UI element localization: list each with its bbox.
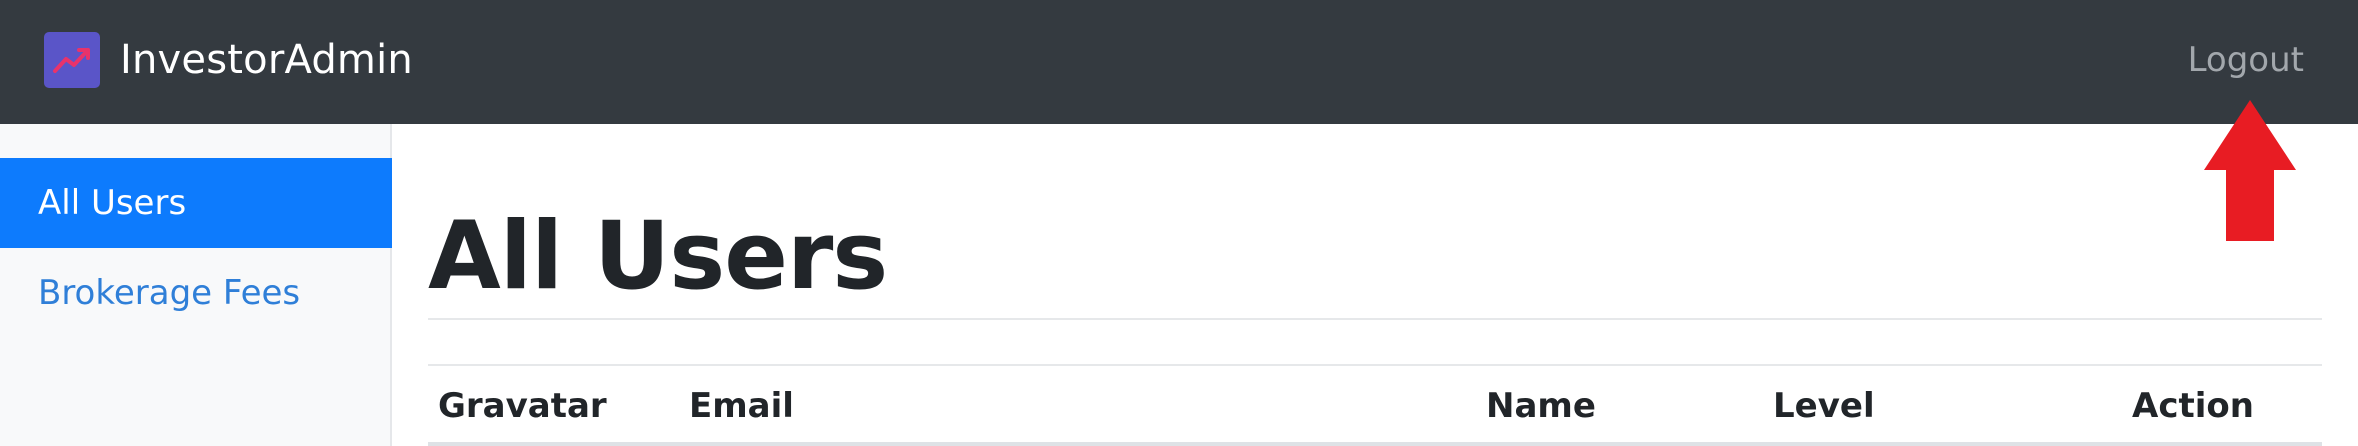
main-content: All Users Gravatar Email Name Level Acti… [392,124,2358,446]
column-header-name[interactable]: Name [1486,386,1596,426]
brand-name: InvestorAdmin [120,37,413,83]
page-title: All Users [428,202,888,311]
sidebar-item-label: Brokerage Fees [38,273,301,313]
sidebar: All Users Brokerage Fees [0,124,392,446]
column-header-email[interactable]: Email [689,386,794,426]
column-header-gravatar[interactable]: Gravatar [438,386,607,426]
table-header-border [428,442,2322,446]
column-header-level[interactable]: Level [1773,386,1875,426]
trending-up-chart-icon [44,32,100,88]
column-header-action[interactable]: Action [2132,386,2254,426]
red-up-arrow-icon [2200,98,2300,244]
brand[interactable]: InvestorAdmin [44,32,413,88]
table-top-border [428,364,2322,366]
sidebar-item-brokerage-fees[interactable]: Brokerage Fees [0,248,392,338]
logout-link[interactable]: Logout [2188,40,2304,80]
top-navbar: InvestorAdmin Logout [0,0,2358,124]
title-divider [428,318,2322,320]
sidebar-item-label: All Users [38,183,187,223]
sidebar-item-all-users[interactable]: All Users [0,158,392,248]
